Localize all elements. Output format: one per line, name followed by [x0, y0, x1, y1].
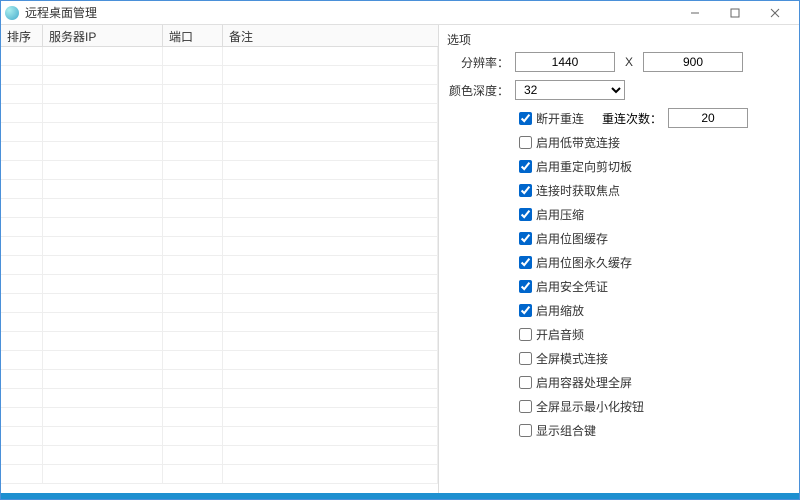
option-row: 启用低带宽连接: [519, 134, 789, 151]
app-window: 远程桌面管理 排序 服务器IP 端口 备注 选项 分辨率： X: [0, 0, 800, 500]
option-label: 启用安全凭证: [536, 278, 608, 295]
option-row: 连接时获取焦点: [519, 182, 789, 199]
table-row[interactable]: [1, 47, 438, 66]
table-row[interactable]: [1, 313, 438, 332]
option-checkbox-7[interactable]: [519, 304, 532, 317]
option-label: 开启音频: [536, 326, 584, 343]
options-group-label: 选项: [447, 31, 789, 48]
table-row[interactable]: [1, 446, 438, 465]
option-checkbox-4[interactable]: [519, 232, 532, 245]
option-checkbox-1[interactable]: [519, 160, 532, 173]
table-row[interactable]: [1, 161, 438, 180]
option-label: 启用位图永久缓存: [536, 254, 632, 271]
option-label: 启用压缩: [536, 206, 584, 223]
title-bar: 远程桌面管理: [1, 1, 799, 25]
option-checkbox-10[interactable]: [519, 376, 532, 389]
resolution-height-input[interactable]: [643, 52, 743, 72]
option-label: 启用缩放: [536, 302, 584, 319]
option-row: 启用位图缓存: [519, 230, 789, 247]
table-row[interactable]: [1, 427, 438, 446]
table-row[interactable]: [1, 237, 438, 256]
option-checkbox-5[interactable]: [519, 256, 532, 269]
color-depth-row: 颜色深度： 32: [447, 80, 789, 100]
option-label: 显示组合键: [536, 422, 596, 439]
table-row[interactable]: [1, 370, 438, 389]
disconnect-reconnect-label: 断开重连: [536, 110, 584, 127]
option-row: 启用容器处理全屏: [519, 374, 789, 391]
option-checkbox-3[interactable]: [519, 208, 532, 221]
status-bar: [1, 493, 799, 499]
option-row: 启用压缩: [519, 206, 789, 223]
option-checkbox-6[interactable]: [519, 280, 532, 293]
table-row[interactable]: [1, 123, 438, 142]
resolution-label: 分辨率：: [447, 54, 515, 71]
window-body: 排序 服务器IP 端口 备注 选项 分辨率： X 颜色深度： 32: [1, 25, 799, 493]
option-checkbox-8[interactable]: [519, 328, 532, 341]
option-row: 启用安全凭证: [519, 278, 789, 295]
option-row: 启用缩放: [519, 302, 789, 319]
col-sort[interactable]: 排序: [1, 25, 43, 46]
table-row[interactable]: [1, 256, 438, 275]
table-body[interactable]: [1, 47, 438, 493]
table-row[interactable]: [1, 465, 438, 484]
table-row[interactable]: [1, 142, 438, 161]
options-panel: 选项 分辨率： X 颜色深度： 32 断开重连 重连次数： 启用低带宽连接启用重…: [439, 25, 799, 493]
option-label: 全屏模式连接: [536, 350, 608, 367]
option-checkbox-11[interactable]: [519, 400, 532, 413]
table-row[interactable]: [1, 85, 438, 104]
resolution-width-input[interactable]: [515, 52, 615, 72]
option-label: 全屏显示最小化按钮: [536, 398, 644, 415]
resolution-row: 分辨率： X: [447, 52, 789, 72]
option-label: 连接时获取焦点: [536, 182, 620, 199]
option-label: 启用容器处理全屏: [536, 374, 632, 391]
close-button[interactable]: [755, 2, 795, 24]
option-row: 启用位图永久缓存: [519, 254, 789, 271]
option-label: 启用低带宽连接: [536, 134, 620, 151]
reconnect-count-label: 重连次数：: [602, 110, 662, 127]
minimize-button[interactable]: [675, 2, 715, 24]
option-label: 启用重定向剪切板: [536, 158, 632, 175]
col-remark[interactable]: 备注: [223, 25, 438, 46]
table-row[interactable]: [1, 408, 438, 427]
option-row: 显示组合键: [519, 422, 789, 439]
window-title: 远程桌面管理: [25, 4, 675, 21]
table-row[interactable]: [1, 332, 438, 351]
table-row[interactable]: [1, 351, 438, 370]
table-row[interactable]: [1, 180, 438, 199]
option-row: 全屏显示最小化按钮: [519, 398, 789, 415]
color-depth-label: 颜色深度：: [447, 82, 515, 99]
table-row[interactable]: [1, 218, 438, 237]
option-row: 启用重定向剪切板: [519, 158, 789, 175]
server-list-panel: 排序 服务器IP 端口 备注: [1, 25, 439, 493]
option-checkbox-9[interactable]: [519, 352, 532, 365]
table-row[interactable]: [1, 104, 438, 123]
table-row[interactable]: [1, 199, 438, 218]
option-row: 全屏模式连接: [519, 350, 789, 367]
option-checkbox-0[interactable]: [519, 136, 532, 149]
maximize-button[interactable]: [715, 2, 755, 24]
table-row[interactable]: [1, 66, 438, 85]
col-port[interactable]: 端口: [163, 25, 223, 46]
option-row: 开启音频: [519, 326, 789, 343]
table-row[interactable]: [1, 294, 438, 313]
reconnect-count-input[interactable]: [668, 108, 748, 128]
table-row[interactable]: [1, 275, 438, 294]
color-depth-select[interactable]: 32: [515, 80, 625, 100]
disconnect-reconnect-checkbox[interactable]: [519, 112, 532, 125]
option-label: 启用位图缓存: [536, 230, 608, 247]
app-icon: [5, 6, 19, 20]
reconnect-row: 断开重连 重连次数：: [519, 108, 789, 128]
col-server-ip[interactable]: 服务器IP: [43, 25, 163, 46]
option-checkbox-12[interactable]: [519, 424, 532, 437]
resolution-sep: X: [625, 55, 633, 69]
option-checkbox-2[interactable]: [519, 184, 532, 197]
table-row[interactable]: [1, 389, 438, 408]
checkbox-list: 启用低带宽连接启用重定向剪切板连接时获取焦点启用压缩启用位图缓存启用位图永久缓存…: [519, 134, 789, 439]
window-controls: [675, 2, 795, 24]
table-header: 排序 服务器IP 端口 备注: [1, 25, 438, 47]
